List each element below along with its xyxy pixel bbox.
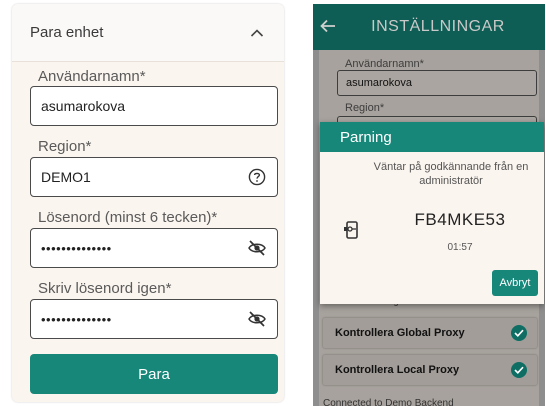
- settings-region-label: Region*: [345, 102, 385, 114]
- check-global-proxy-button[interactable]: Kontrollera Global Proxy: [323, 318, 537, 348]
- phone-key-icon: [342, 220, 362, 240]
- settings-screen: INSTÄLLNINGAR Användarnamn* asumarokova …: [313, 4, 545, 406]
- settings-username-field[interactable]: asumarokova: [337, 70, 537, 96]
- eye-off-icon[interactable]: [247, 309, 267, 329]
- local-proxy-label: Kontrollera Local Proxy: [335, 364, 460, 376]
- backend-status-text: Connected to Demo Backend: [323, 398, 454, 406]
- username-field[interactable]: asumarokova: [30, 86, 278, 126]
- password-label: Lösenord (minst 6 tecken)*: [38, 209, 218, 226]
- username-value: asumarokova: [41, 98, 126, 114]
- password-repeat-label: Skriv lösenord igen*: [38, 280, 172, 297]
- eye-off-icon[interactable]: [247, 238, 267, 258]
- password-field[interactable]: ••••••••••••••: [30, 228, 278, 268]
- dialog-message: Väntar på godkännande från en administra…: [373, 161, 529, 187]
- region-label: Region*: [38, 138, 92, 155]
- chevron-up-icon[interactable]: [248, 24, 266, 42]
- username-label: Användarnamn*: [38, 68, 146, 85]
- cancel-button[interactable]: Avbryt: [492, 270, 538, 296]
- password-repeat-field[interactable]: ••••••••••••••: [30, 299, 278, 339]
- countdown-timer: 01:57: [447, 242, 473, 253]
- check-circle-icon: [511, 325, 527, 341]
- password-value: ••••••••••••••: [41, 240, 112, 256]
- panel-title: Para enhet: [30, 24, 104, 41]
- check-local-proxy-button[interactable]: Kontrollera Local Proxy: [323, 355, 537, 385]
- dialog-title: Parning: [320, 122, 544, 152]
- settings-title: INSTÄLLNINGAR: [371, 18, 505, 35]
- settings-username-label: Användarnamn*: [345, 58, 424, 70]
- settings-header: INSTÄLLNINGAR: [313, 4, 545, 50]
- region-field[interactable]: DEMO1: [30, 157, 278, 197]
- arrow-left-icon[interactable]: [319, 17, 339, 37]
- check-circle-icon: [511, 362, 527, 378]
- help-circle-icon[interactable]: [247, 167, 267, 187]
- pair-device-header[interactable]: Para enhet: [12, 4, 284, 62]
- pair-device-panel: Para enhet Användarnamn* asumarokova Reg…: [12, 4, 284, 402]
- settings-username-value: asumarokova: [346, 77, 413, 89]
- password-repeat-value: ••••••••••••••: [41, 311, 112, 327]
- pairing-dialog: Parning Väntar på godkännande från en ad…: [320, 122, 544, 304]
- region-value: DEMO1: [41, 169, 91, 185]
- global-proxy-label: Kontrollera Global Proxy: [335, 327, 465, 339]
- pairing-code: FB4MKE53: [414, 210, 506, 229]
- pair-button[interactable]: Para: [30, 354, 278, 394]
